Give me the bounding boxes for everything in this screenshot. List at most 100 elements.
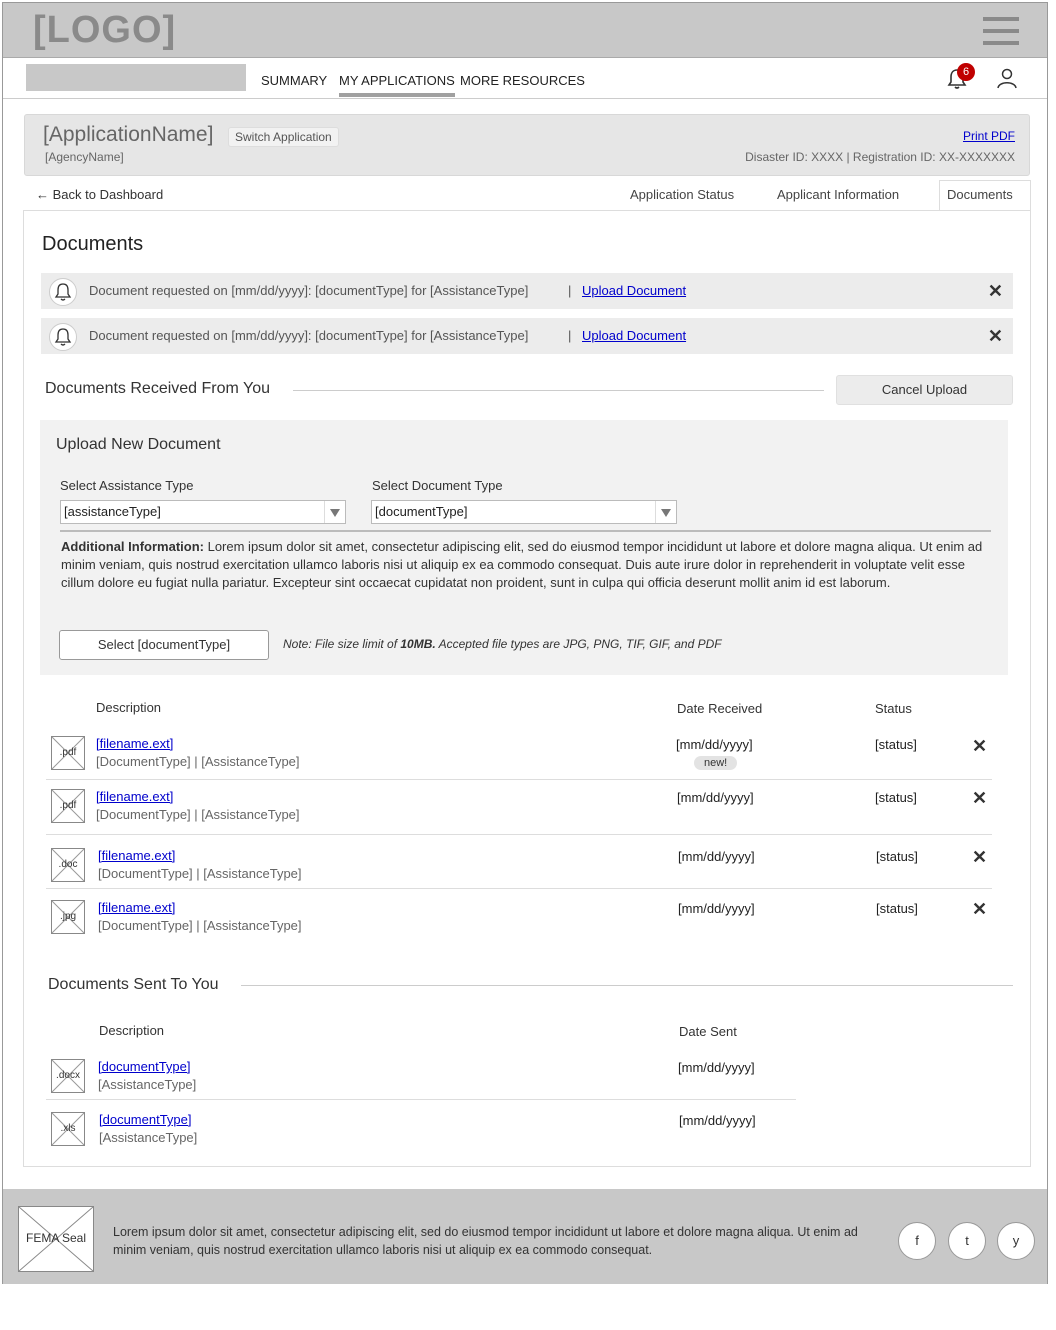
cancel-upload-button[interactable]: Cancel Upload (836, 375, 1013, 405)
nav-my-applications[interactable]: MY APPLICATIONS (339, 73, 455, 97)
tab-documents[interactable]: Documents (947, 187, 1013, 202)
file-meta: [DocumentType] | [AssistanceType] (98, 918, 302, 933)
form-divider (60, 530, 991, 532)
upload-document-link[interactable]: Upload Document (582, 283, 686, 298)
docx-file-icon: .docx (51, 1059, 85, 1093)
column-header-description: Description (96, 700, 162, 715)
date-received: [mm/dd/yyyy] (678, 849, 755, 864)
nav-summary[interactable]: SUMMARY (261, 73, 327, 88)
switch-application-button[interactable]: Switch Application (228, 127, 339, 147)
additional-information-label: Additional Information: (61, 539, 204, 554)
row-divider (46, 1099, 796, 1100)
facebook-icon[interactable]: f (898, 1222, 936, 1260)
select-document-button[interactable]: Select [documentType] (59, 630, 269, 660)
document-type-value: [documentType] (375, 504, 468, 519)
file-meta: [DocumentType] | [AssistanceType] (96, 754, 300, 769)
status: [status] (875, 790, 917, 805)
date-sent: [mm/dd/yyyy] (678, 1060, 755, 1075)
delete-icon[interactable]: ✕ (972, 788, 987, 809)
youtube-icon[interactable]: y (997, 1222, 1035, 1260)
top-bar: [LOGO] (3, 3, 1047, 58)
note-size-limit: 10MB. (400, 637, 436, 651)
tab-applicant-information[interactable]: Applicant Information (777, 187, 899, 202)
notification-count-badge: 6 (957, 63, 975, 81)
row-divider (46, 779, 992, 780)
print-pdf-link[interactable]: Print PDF (963, 129, 1015, 143)
user-profile-icon[interactable] (996, 67, 1018, 89)
notice-bell-icon (49, 278, 77, 306)
delete-icon[interactable]: ✕ (972, 899, 987, 920)
notice-text: Document requested on [mm/dd/yyyy]: [doc… (89, 283, 529, 298)
sent-section-title: Documents Sent To You (48, 976, 219, 993)
nav-more-resources[interactable]: MORE RESOURCES (460, 73, 585, 88)
status: [status] (876, 849, 918, 864)
application-name: [ApplicationName] (43, 123, 214, 146)
notice-bell-icon (49, 323, 77, 351)
file-name-link[interactable]: [filename.ext] (96, 789, 173, 804)
file-name-link[interactable]: [filename.ext] (96, 736, 173, 751)
assistance-type: [AssistanceType] (99, 1130, 198, 1145)
twitter-icon[interactable]: t (948, 1222, 986, 1260)
file-meta: [DocumentType] | [AssistanceType] (96, 807, 300, 822)
status: [status] (876, 901, 918, 916)
page-frame: [LOGO] SUMMARY MY APPLICATIONS MORE RESO… (2, 2, 1048, 1284)
back-to-dashboard-link[interactable]: ← Back to Dashboard (36, 187, 163, 202)
main-nav: SUMMARY MY APPLICATIONS MORE RESOURCES 6 (3, 58, 1047, 99)
column-header-status: Status (875, 701, 912, 716)
search-placeholder-box[interactable] (26, 64, 246, 91)
document-request-notice: Document requested on [mm/dd/yyyy]: [doc… (41, 318, 1013, 354)
date-sent: [mm/dd/yyyy] (679, 1113, 756, 1128)
file-name-link[interactable]: [filename.ext] (98, 900, 175, 915)
new-badge: new! (694, 756, 738, 770)
footer: FEMA Seal Lorem ipsum dolor sit amet, co… (3, 1189, 1047, 1284)
upload-document-link[interactable]: Upload Document (582, 328, 686, 343)
file-extension: .docx (56, 1070, 80, 1081)
file-name-link[interactable]: [filename.ext] (98, 848, 175, 863)
notice-divider: | (568, 283, 572, 298)
date-received: [mm/dd/yyyy] (678, 901, 755, 916)
file-extension: .pdf (59, 800, 77, 811)
documents-panel: Documents Document requested on [mm/dd/y… (23, 210, 1031, 1167)
date-received: [mm/dd/yyyy] (677, 790, 754, 805)
page-title: Documents (42, 233, 144, 255)
notice-divider: | (568, 328, 572, 343)
application-header: [ApplicationName] Switch Application [Ag… (24, 114, 1030, 176)
date-received: [mm/dd/yyyy] (676, 737, 753, 752)
close-icon[interactable]: ✕ (988, 326, 1003, 347)
status: [status] (875, 737, 917, 752)
pdf-file-icon: .pdf (51, 736, 85, 770)
hamburger-menu-icon[interactable] (983, 17, 1019, 45)
document-request-notice: Document requested on [mm/dd/yyyy]: [doc… (41, 273, 1013, 309)
section-divider (241, 985, 1013, 986)
assistance-type-label: Select Assistance Type (60, 478, 194, 493)
table-row: .jpg [filename.ext] [DocumentType] | [As… (46, 895, 992, 943)
chevron-down-icon (324, 501, 345, 523)
upload-new-document-form: Upload New Document Select Assistance Ty… (40, 420, 1008, 675)
column-header-date-sent: Date Sent (679, 1024, 737, 1039)
close-icon[interactable]: ✕ (988, 281, 1003, 302)
column-header-description: Description (99, 1023, 165, 1038)
document-type-label: Select Document Type (372, 478, 503, 493)
file-size-note: Note: File size limit of 10MB. Accepted … (283, 637, 722, 651)
seal-label: FEMA Seal (25, 1231, 87, 1245)
doc-file-icon: .doc (51, 848, 85, 882)
document-type-select[interactable]: [documentType] (371, 500, 677, 524)
additional-information: Additional Information: Lorem ipsum dolo… (61, 538, 991, 592)
logo[interactable]: [LOGO] (33, 9, 176, 52)
tab-application-status[interactable]: Application Status (630, 187, 734, 202)
document-type-link[interactable]: [documentType] (99, 1112, 192, 1127)
footer-text: Lorem ipsum dolor sit amet, consectetur … (113, 1225, 858, 1257)
file-extension: .jpg (59, 911, 77, 922)
note-file-types: Accepted file types are JPG, PNG, TIF, G… (435, 637, 722, 651)
xls-file-icon: .xls (51, 1112, 85, 1146)
delete-icon[interactable]: ✕ (972, 847, 987, 868)
delete-icon[interactable]: ✕ (972, 736, 987, 757)
fema-seal-image: FEMA Seal (18, 1206, 94, 1272)
file-extension: .doc (58, 859, 78, 870)
document-type-link[interactable]: [documentType] (98, 1059, 191, 1074)
jpg-file-icon: .jpg (51, 900, 85, 934)
assistance-type-select[interactable]: [assistanceType] (60, 500, 346, 524)
received-section-title: Documents Received From You (45, 380, 270, 397)
note-prefix: Note: File size limit of (283, 637, 401, 651)
row-divider (46, 888, 992, 889)
